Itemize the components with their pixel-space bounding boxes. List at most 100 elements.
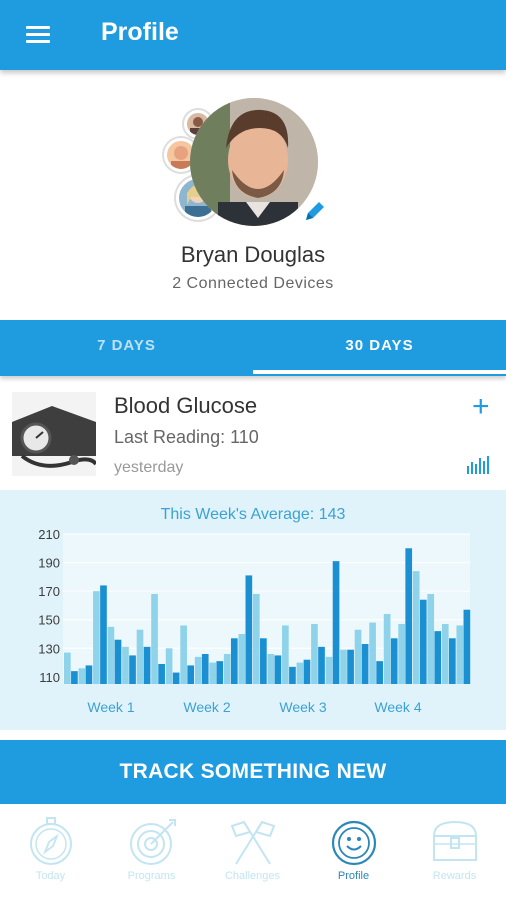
bar [282,625,289,684]
bar [187,665,195,684]
bar [107,626,115,684]
y-tick-label: 190 [38,556,60,571]
bar [223,654,231,684]
bar [71,671,78,684]
bar [158,664,165,684]
bar [419,599,427,684]
bar [296,662,304,684]
bar [412,571,420,684]
bar [456,625,464,684]
nav-item-challenges[interactable]: Challenges [202,816,303,882]
menu-icon[interactable] [24,23,52,47]
smiley-icon [331,820,376,866]
nav-item-rewards[interactable]: Rewards [404,816,505,882]
tracker-title: Blood Glucose [114,393,258,418]
bar [100,585,107,684]
bar [427,594,435,684]
chart-panel: This Week's Average: 143 110 130 150 170 190… [0,490,506,730]
bar [463,609,471,684]
y-tick-label: 150 [38,613,60,628]
x-tick-label: Week 1 [87,699,134,715]
nav-item-today[interactable]: Today [0,816,101,882]
bar [151,594,158,684]
bar [230,638,238,684]
x-tick-label: Week 4 [374,699,421,715]
flags-icon [230,820,275,865]
nav-label-programs: Programs [127,870,176,882]
blood-pressure-device-image [12,392,96,476]
nav-item-profile[interactable]: Profile [303,816,404,882]
bar [194,656,202,684]
bottom-nav: Today Programs Challenges Profile Reward… [0,806,506,900]
bar [340,649,347,684]
nav-item-programs[interactable]: Programs [101,816,202,882]
y-tick-label: 210 [38,527,60,542]
bar [383,614,391,684]
bar [136,629,144,684]
tab-30-days[interactable]: 30 DAYS [253,320,506,376]
bar [201,654,209,684]
bar [114,639,122,684]
bar [398,624,405,684]
glucose-chart: 110 130 150 170 190 210 Week 1 Week 2 Week 3 Week… [38,527,471,715]
bar [129,655,136,684]
bar [216,661,224,684]
bar [289,666,296,684]
bar [143,646,151,684]
bar [449,638,456,684]
profile-header: Bryan Douglas 2 Connected Devices [0,70,506,320]
y-tick-label: 130 [38,641,60,656]
page-title: Profile [101,18,179,46]
bar [172,672,180,684]
bar [311,624,318,684]
chest-icon [432,820,477,861]
bar [78,668,86,684]
x-tick-label: Week 3 [279,699,326,715]
x-tick-label: Week 2 [183,699,230,715]
connected-devices-count[interactable]: 2 Connected Devices [0,275,506,293]
bar [180,625,187,684]
app-screen: Profile Bryan Douglas 2 Connected Device… [0,0,506,900]
range-tabs: 7 DAYS 30 DAYS [0,320,506,376]
bar [361,644,369,684]
bar [354,629,362,684]
bar [325,656,333,684]
bar [93,591,100,684]
bar [347,649,354,684]
y-tick-label: 110 [39,670,60,685]
tab-7-days[interactable]: 7 DAYS [0,320,253,376]
reading-time: yesterday [114,459,184,476]
tracker-card[interactable]: Blood Glucose Last Reading: 110 yesterda… [0,380,506,488]
bar [390,638,398,684]
track-something-new-button[interactable]: TRACK SOMETHING NEW [0,740,506,804]
bar [165,648,173,684]
bar [376,661,383,684]
bar [245,575,253,684]
bar [209,662,217,684]
bar [332,561,340,684]
bar [441,624,449,684]
edit-pencil-icon[interactable] [302,198,328,224]
y-tick-label: 170 [38,584,60,599]
bar [260,638,267,684]
bar [238,634,246,684]
bar [405,548,413,684]
nav-label-rewards: Rewards [432,870,477,882]
bar [318,646,325,684]
add-reading-icon[interactable]: + [472,392,490,422]
bar [434,631,442,684]
nav-label-challenges: Challenges [224,870,281,882]
nav-label-today: Today [35,870,66,882]
bar-chart-icon[interactable] [466,454,492,474]
nav-label-profile: Profile [337,870,370,882]
bar [122,646,129,684]
bar [369,622,376,684]
tab-indicator [253,370,506,374]
bar [303,659,311,684]
last-reading: Last Reading: 110 [114,427,259,447]
bar [274,655,282,684]
bar [64,652,71,684]
target-icon [129,819,176,865]
compass-icon [29,817,72,865]
bar [85,665,93,684]
